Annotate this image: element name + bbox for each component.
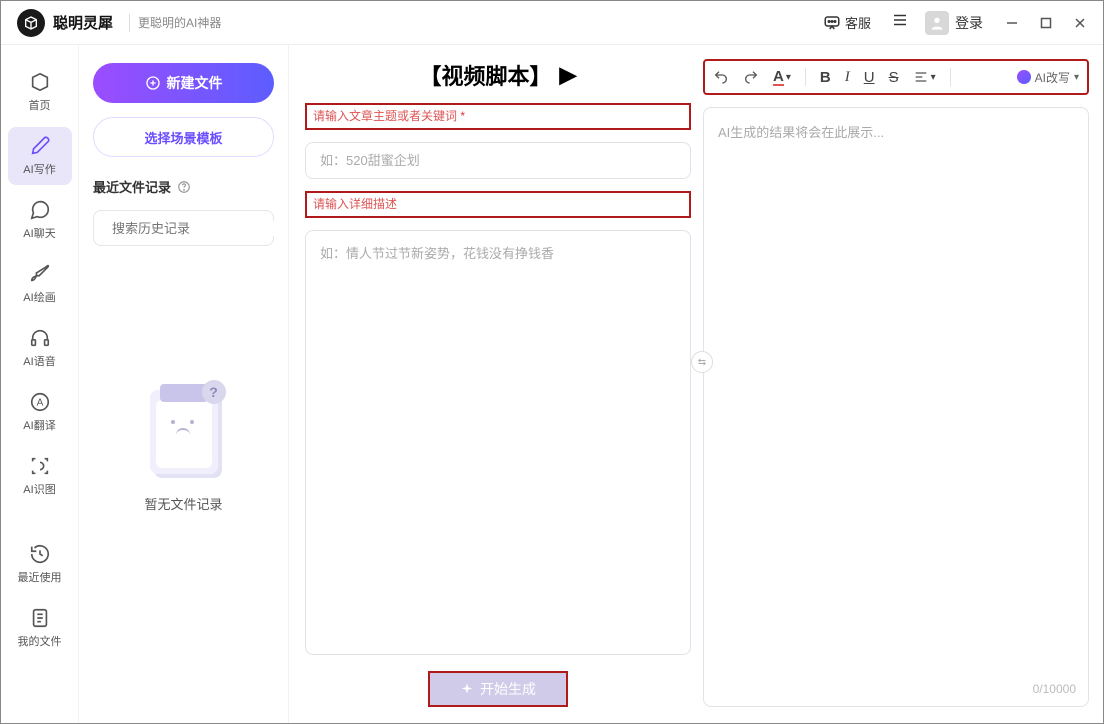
rail-item-home[interactable]: 首页 xyxy=(8,63,72,121)
avatar-icon xyxy=(925,11,949,35)
choose-template-button[interactable]: 选择场景模板 xyxy=(93,117,274,157)
rail-item-translate[interactable]: A AI翻译 xyxy=(8,383,72,441)
editor-right: A▾ B I U S ▾ AI改写 ▾ AI生成的结果将会在此展示... 0/1… xyxy=(703,59,1089,707)
login-button[interactable]: 登录 xyxy=(925,11,983,35)
ai-badge-icon xyxy=(1017,70,1031,84)
close-icon xyxy=(1074,17,1086,29)
rail-label: AI语音 xyxy=(23,353,55,369)
minimize-icon xyxy=(1006,17,1018,29)
editor: 【视频脚本】 ▶ 请输入文章主题或者关键词 * 请输入详细描述 开始生成 xyxy=(289,45,1103,723)
formatting-toolbar: A▾ B I U S ▾ AI改写 ▾ xyxy=(703,59,1089,95)
svg-text:A: A xyxy=(36,398,43,409)
rail-label: 最近使用 xyxy=(18,569,62,585)
align-icon xyxy=(913,69,929,85)
editor-left: 【视频脚本】 ▶ 请输入文章主题或者关键词 * 请输入详细描述 开始生成 xyxy=(305,59,691,707)
ai-rewrite-button[interactable]: AI改写 ▾ xyxy=(1017,69,1079,86)
translate-icon: A xyxy=(29,391,51,413)
left-rail: 首页 AI写作 AI聊天 AI绘画 AI语音 A AI翻译 AI识图 xyxy=(1,45,79,723)
strikethrough-button[interactable]: S xyxy=(889,69,899,86)
maximize-icon xyxy=(1040,17,1052,29)
hamburger-icon xyxy=(891,11,909,29)
files-icon xyxy=(29,607,51,629)
help-icon[interactable] xyxy=(177,180,191,194)
brush-icon xyxy=(29,263,51,285)
italic-button[interactable]: I xyxy=(845,69,850,86)
play-icon[interactable]: ▶ xyxy=(560,62,577,88)
customer-service-label: 客服 xyxy=(845,13,871,32)
drag-handle-icon: ⇆ xyxy=(691,351,713,373)
redo-icon xyxy=(743,69,759,85)
search-box[interactable] xyxy=(93,210,274,246)
undo-button[interactable] xyxy=(713,69,729,85)
rail-item-scan[interactable]: AI识图 xyxy=(8,447,72,505)
recent-files-label: 最近文件记录 xyxy=(93,177,171,196)
new-file-button[interactable]: 新建文件 xyxy=(93,63,274,103)
rail-label: AI写作 xyxy=(23,161,55,177)
window-maximize-button[interactable] xyxy=(1029,8,1063,38)
chat-icon xyxy=(29,199,51,221)
app-logo xyxy=(17,9,45,37)
page-title: 【视频脚本】 ▶ xyxy=(305,59,691,91)
rail-label: 我的文件 xyxy=(18,633,62,649)
empty-text: 暂无文件记录 xyxy=(144,494,222,513)
history-icon xyxy=(29,543,51,565)
generate-button[interactable]: 开始生成 xyxy=(428,671,568,707)
app-name: 聪明灵犀 xyxy=(53,12,113,33)
desc-label: 请输入详细描述 xyxy=(305,191,691,218)
title-text: 【视频脚本】 xyxy=(420,59,552,91)
rail-label: AI翻译 xyxy=(23,417,55,433)
result-placeholder-text: AI生成的结果将会在此展示... xyxy=(718,125,884,140)
recent-files-header: 最近文件记录 xyxy=(93,177,274,196)
rail-item-myfiles[interactable]: 我的文件 xyxy=(8,599,72,657)
ai-rewrite-label: AI改写 xyxy=(1035,69,1070,86)
chat-bubble-icon xyxy=(823,14,841,32)
topic-label: 请输入文章主题或者关键词 * xyxy=(305,103,691,130)
empty-clipboard-icon: ? xyxy=(142,380,226,480)
plus-circle-icon xyxy=(145,75,161,91)
rail-item-chat[interactable]: AI聊天 xyxy=(8,191,72,249)
scan-icon xyxy=(29,455,51,477)
text-color-button[interactable]: A▾ xyxy=(773,69,791,86)
title-bar: 聪明灵犀 更聪明的AI神器 客服 登录 xyxy=(1,1,1103,45)
divider xyxy=(129,14,130,32)
rail-label: 首页 xyxy=(29,97,51,113)
result-box[interactable]: AI生成的结果将会在此展示... 0/10000 xyxy=(703,107,1089,707)
app-tagline: 更聪明的AI神器 xyxy=(138,14,221,31)
redo-button[interactable] xyxy=(743,69,759,85)
choose-template-label: 选择场景模板 xyxy=(144,128,222,147)
rail-label: AI识图 xyxy=(23,481,55,497)
search-input[interactable] xyxy=(112,221,288,236)
topic-input[interactable] xyxy=(305,142,691,179)
window-minimize-button[interactable] xyxy=(995,8,1029,38)
align-button[interactable]: ▾ xyxy=(913,69,936,85)
new-file-label: 新建文件 xyxy=(167,73,223,93)
files-column: 新建文件 选择场景模板 最近文件记录 ? 暂无文件记录 xyxy=(79,45,289,723)
customer-service-button[interactable]: 客服 xyxy=(819,9,875,36)
underline-button[interactable]: U xyxy=(864,69,875,86)
rail-item-voice[interactable]: AI语音 xyxy=(8,319,72,377)
char-counter: 0/10000 xyxy=(1033,682,1076,696)
login-label: 登录 xyxy=(955,13,983,33)
rail-item-recent[interactable]: 最近使用 xyxy=(8,535,72,593)
bold-button[interactable]: B xyxy=(820,69,831,86)
menu-button[interactable] xyxy=(887,7,913,38)
sparkle-icon xyxy=(460,682,474,696)
headphones-icon xyxy=(29,327,51,349)
rail-item-paint[interactable]: AI绘画 xyxy=(8,255,72,313)
description-textarea[interactable] xyxy=(305,230,691,655)
rail-label: AI绘画 xyxy=(23,289,55,305)
home-icon xyxy=(29,71,51,93)
window-close-button[interactable] xyxy=(1063,8,1097,38)
undo-icon xyxy=(713,69,729,85)
empty-state: ? 暂无文件记录 xyxy=(93,380,274,513)
rail-item-writing[interactable]: AI写作 xyxy=(8,127,72,185)
generate-label: 开始生成 xyxy=(480,679,536,699)
pen-icon xyxy=(29,135,51,157)
rail-label: AI聊天 xyxy=(23,225,55,241)
